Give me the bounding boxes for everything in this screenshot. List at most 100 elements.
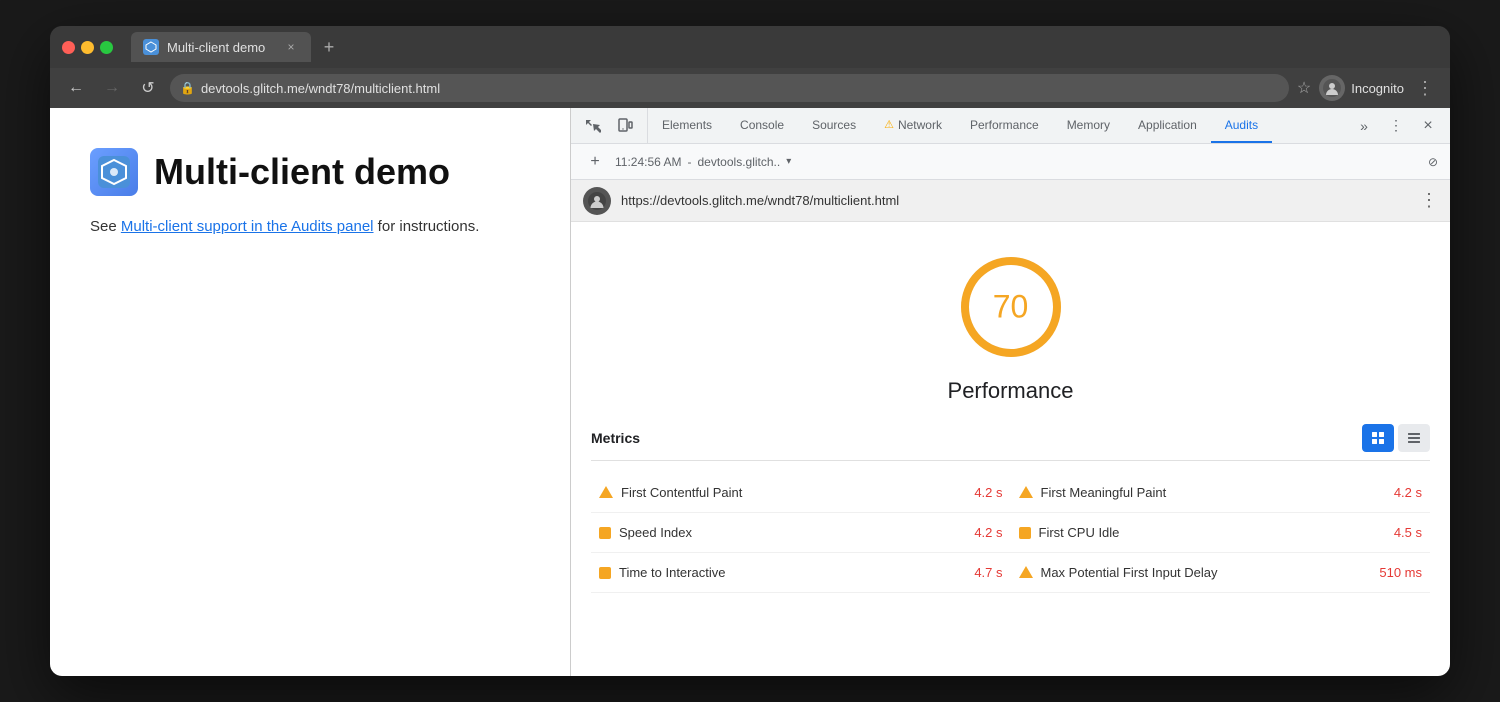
metrics-view-toggle bbox=[1362, 424, 1430, 452]
page-title: Multi-client demo bbox=[154, 151, 450, 193]
inspect-element-button[interactable] bbox=[579, 112, 607, 140]
audit-url-area: 11:24:56 AM - devtools.glitch.. ▾ bbox=[615, 155, 1420, 169]
mpfid-icon bbox=[1019, 566, 1033, 578]
grid-view-button[interactable] bbox=[1362, 424, 1394, 452]
metric-row-tti: Time to Interactive 4.7 s bbox=[591, 553, 1011, 593]
nav-bar: ← → ↺ 🔒 devtools.glitch.me/wndt78/multic… bbox=[50, 68, 1450, 108]
metric-row-si: Speed Index 4.2 s bbox=[591, 513, 1011, 553]
main-content: Multi-client demo See Multi-client suppo… bbox=[50, 108, 1450, 676]
score-label: Performance bbox=[948, 378, 1074, 404]
metric-row-fci: First CPU Idle 4.5 s bbox=[1011, 513, 1431, 553]
metrics-title: Metrics bbox=[591, 430, 640, 446]
score-section: 70 Performance bbox=[571, 222, 1450, 424]
tab-bar: Multi-client demo × + bbox=[131, 32, 343, 62]
bookmark-button[interactable]: ☆ bbox=[1297, 78, 1311, 98]
devtools-tools-left bbox=[571, 108, 648, 143]
tti-name: Time to Interactive bbox=[619, 565, 966, 580]
close-traffic-light[interactable] bbox=[62, 41, 75, 54]
page-header: Multi-client demo bbox=[90, 148, 530, 196]
tab-memory[interactable]: Memory bbox=[1053, 108, 1124, 143]
tab-application[interactable]: Application bbox=[1124, 108, 1211, 143]
mpfid-name: Max Potential First Input Delay bbox=[1041, 565, 1372, 580]
fmp-icon bbox=[1019, 486, 1033, 498]
score-circle: 70 bbox=[956, 252, 1066, 362]
tab-network[interactable]: ⚠ Network bbox=[870, 108, 956, 143]
fci-icon bbox=[1019, 527, 1031, 539]
metrics-section: Metrics bbox=[571, 424, 1450, 593]
metric-row-mpfid: Max Potential First Input Delay 510 ms bbox=[1011, 553, 1431, 593]
tab-console[interactable]: Console bbox=[726, 108, 798, 143]
back-button[interactable]: ← bbox=[62, 74, 90, 102]
page-content: Multi-client demo See Multi-client suppo… bbox=[50, 108, 570, 676]
list-view-button[interactable] bbox=[1398, 424, 1430, 452]
lock-icon: 🔒 bbox=[180, 81, 195, 95]
metric-row-fmp: First Meaningful Paint 4.2 s bbox=[1011, 473, 1431, 513]
maximize-traffic-light[interactable] bbox=[100, 41, 113, 54]
fci-name: First CPU Idle bbox=[1039, 525, 1386, 540]
reload-button[interactable]: ↺ bbox=[134, 74, 162, 102]
audit-url-bar: https://devtools.glitch.me/wndt78/multic… bbox=[571, 180, 1450, 222]
nav-right: ☆ Incognito ⋮ bbox=[1297, 74, 1438, 103]
fci-value: 4.5 s bbox=[1394, 525, 1422, 540]
audit-dropdown-arrow[interactable]: ▾ bbox=[786, 156, 791, 167]
new-tab-button[interactable]: + bbox=[315, 33, 343, 61]
tab-audits[interactable]: Audits bbox=[1211, 108, 1272, 143]
address-text: devtools.glitch.me/wndt78/multiclient.ht… bbox=[201, 81, 1279, 96]
tab-performance[interactable]: Performance bbox=[956, 108, 1053, 143]
si-value: 4.2 s bbox=[974, 525, 1002, 540]
title-bar: Multi-client demo × + bbox=[50, 26, 1450, 68]
metric-row-fcp: First Contentful Paint 4.2 s bbox=[591, 473, 1011, 513]
forward-button[interactable]: → bbox=[98, 74, 126, 102]
devtools-close-button[interactable]: × bbox=[1414, 112, 1442, 140]
audits-link[interactable]: Multi-client support in the Audits panel bbox=[121, 218, 374, 235]
audit-site-url: https://devtools.glitch.me/wndt78/multic… bbox=[621, 193, 1410, 208]
browser-menu-button[interactable]: ⋮ bbox=[1412, 74, 1438, 103]
tab-close-button[interactable]: × bbox=[283, 39, 299, 55]
audit-time: 11:24:56 AM bbox=[615, 155, 682, 169]
desc-before-link: See bbox=[90, 218, 121, 235]
audit-no-throttle-icon: ⊘ bbox=[1428, 155, 1438, 169]
fcp-value: 4.2 s bbox=[974, 485, 1002, 500]
tab-favicon bbox=[143, 39, 159, 55]
fcp-icon bbox=[599, 486, 613, 498]
metrics-grid: First Contentful Paint 4.2 s First Meani… bbox=[591, 473, 1430, 593]
si-name: Speed Index bbox=[619, 525, 966, 540]
browser-tab[interactable]: Multi-client demo × bbox=[131, 32, 311, 62]
devtools-toolbar: Elements Console Sources ⚠ Network Perfo… bbox=[571, 108, 1450, 144]
traffic-lights bbox=[62, 41, 113, 54]
tab-elements[interactable]: Elements bbox=[648, 108, 726, 143]
fmp-name: First Meaningful Paint bbox=[1041, 485, 1386, 500]
devtools-panel: Elements Console Sources ⚠ Network Perfo… bbox=[570, 108, 1450, 676]
mpfid-value: 510 ms bbox=[1379, 565, 1422, 580]
page-logo bbox=[90, 148, 138, 196]
device-toolbar-button[interactable] bbox=[611, 112, 639, 140]
browser-window: Multi-client demo × + ← → ↺ 🔒 devtools.g… bbox=[50, 26, 1450, 676]
network-warning-icon: ⚠ bbox=[884, 118, 894, 131]
audit-separator: - bbox=[688, 155, 692, 169]
si-icon bbox=[599, 527, 611, 539]
fmp-value: 4.2 s bbox=[1394, 485, 1422, 500]
incognito-area: Incognito bbox=[1319, 75, 1404, 101]
audit-add-button[interactable]: + bbox=[583, 150, 607, 174]
audit-url-short: devtools.glitch.. bbox=[698, 155, 781, 169]
incognito-label: Incognito bbox=[1351, 81, 1404, 96]
tti-icon bbox=[599, 567, 611, 579]
score-value: 70 bbox=[993, 289, 1029, 326]
address-bar[interactable]: 🔒 devtools.glitch.me/wndt78/multiclient.… bbox=[170, 74, 1289, 102]
incognito-icon bbox=[1319, 75, 1345, 101]
more-tabs-button[interactable]: » bbox=[1350, 112, 1378, 140]
audit-site-icon bbox=[583, 187, 611, 215]
audit-url-more-button[interactable]: ⋮ bbox=[1420, 190, 1438, 211]
fcp-name: First Contentful Paint bbox=[621, 485, 966, 500]
metrics-header: Metrics bbox=[591, 424, 1430, 461]
tab-sources[interactable]: Sources bbox=[798, 108, 870, 143]
devtools-options-button[interactable]: ⋮ bbox=[1382, 112, 1410, 140]
tab-title: Multi-client demo bbox=[167, 40, 275, 55]
page-description: See Multi-client support in the Audits p… bbox=[90, 216, 530, 239]
devtools-tabs-right: » ⋮ × bbox=[1342, 108, 1450, 143]
devtools-tabs: Elements Console Sources ⚠ Network Perfo… bbox=[648, 108, 1342, 143]
minimize-traffic-light[interactable] bbox=[81, 41, 94, 54]
desc-after-link: for instructions. bbox=[374, 218, 480, 235]
tti-value: 4.7 s bbox=[974, 565, 1002, 580]
audit-toolbar: + 11:24:56 AM - devtools.glitch.. ▾ ⊘ bbox=[571, 144, 1450, 180]
